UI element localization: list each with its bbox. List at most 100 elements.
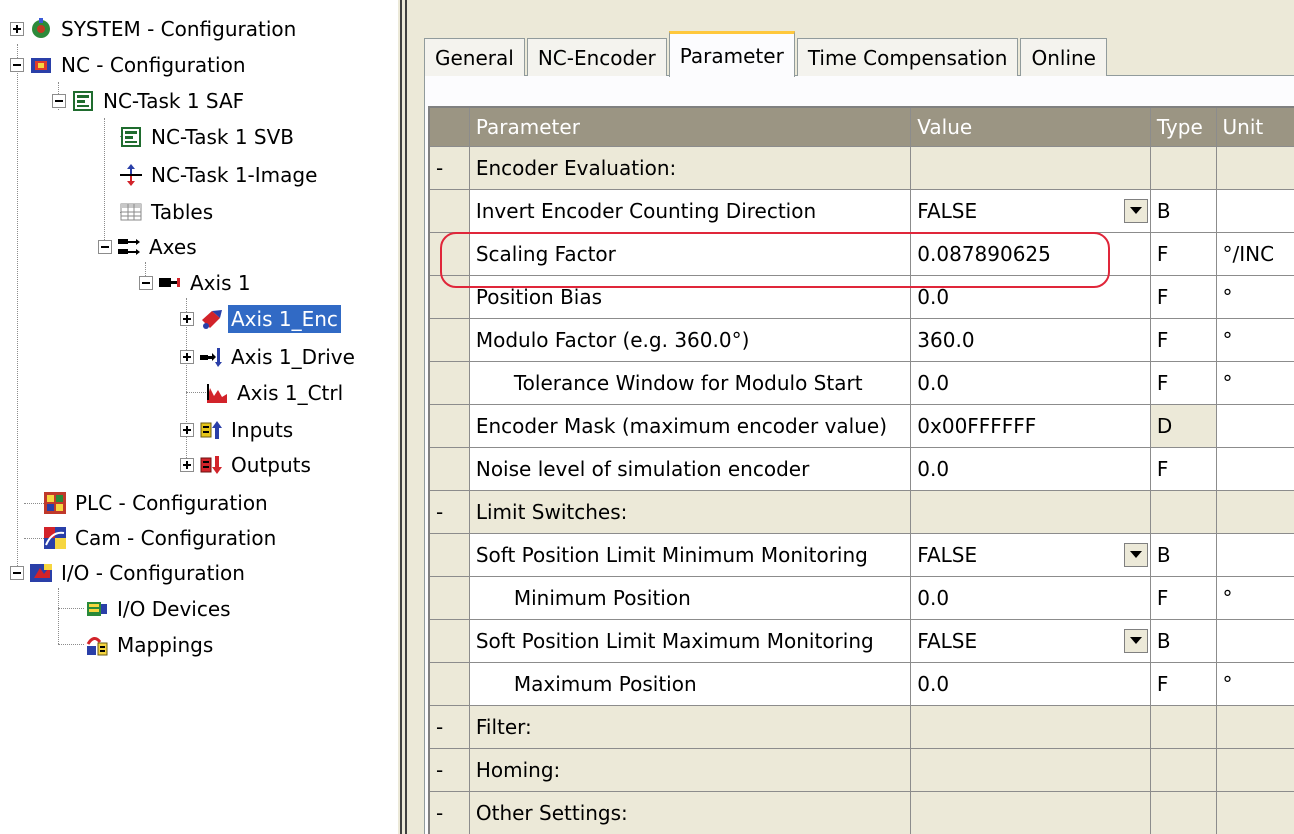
value-cell[interactable]: 0.087890625 bbox=[910, 232, 1151, 276]
tree-item-mappings[interactable]: Mappings bbox=[80, 628, 216, 662]
table-row[interactable]: Invert Encoder Counting Direction FALSE B bbox=[430, 189, 1294, 233]
type-cell: F bbox=[1150, 662, 1217, 706]
expand-button[interactable] bbox=[180, 312, 194, 326]
row-marker[interactable]: - bbox=[430, 146, 470, 190]
tree-item-axis-1[interactable]: Axis 1 bbox=[139, 266, 254, 300]
header-parameter[interactable]: Parameter bbox=[469, 108, 912, 147]
table-row[interactable]: Modulo Factor (e.g. 360.0°) 360.0 F ° bbox=[430, 318, 1294, 362]
expand-button[interactable] bbox=[180, 458, 194, 472]
value-cell[interactable]: 0.0 bbox=[910, 361, 1151, 405]
collapse-button[interactable] bbox=[139, 276, 153, 290]
tree-item-outputs[interactable]: Outputs bbox=[180, 448, 314, 482]
value-cell[interactable]: FALSE bbox=[910, 619, 1151, 663]
table-row[interactable]: Encoder Mask (maximum encoder value) 0x00… bbox=[430, 404, 1294, 448]
expand-button[interactable] bbox=[180, 423, 194, 437]
value-cell bbox=[910, 705, 1151, 749]
tree-item-cam-configuration[interactable]: Cam - Configuration bbox=[34, 521, 279, 555]
tree-item-nc-task-svb[interactable]: NC-Task 1 SVB bbox=[120, 120, 297, 154]
tree-item-io-devices[interactable]: I/O Devices bbox=[80, 592, 234, 626]
tab-online[interactable]: Online bbox=[1020, 38, 1107, 76]
row-marker bbox=[430, 404, 470, 448]
unit-cell: ° bbox=[1216, 662, 1294, 706]
image-icon bbox=[120, 164, 142, 186]
group-row[interactable]: - Limit Switches: bbox=[430, 490, 1294, 534]
row-marker[interactable]: - bbox=[430, 791, 470, 834]
tree-item-nc-configuration[interactable]: NC - Configuration bbox=[10, 48, 249, 82]
collapse-button[interactable] bbox=[10, 566, 24, 580]
tree-item-tables[interactable]: Tables bbox=[120, 195, 216, 229]
header-type[interactable]: Type bbox=[1150, 108, 1217, 147]
dropdown-arrow-icon[interactable] bbox=[1123, 542, 1148, 567]
value-cell[interactable]: FALSE bbox=[910, 533, 1151, 577]
tree-connector bbox=[104, 118, 105, 248]
tree-view[interactable]: SYSTEM - Configuration NC - Configuratio… bbox=[0, 0, 398, 834]
expand-button[interactable] bbox=[180, 350, 194, 364]
tree-item-axis-1-ctrl[interactable]: Axis 1_Ctrl bbox=[200, 376, 346, 410]
tab-parameter[interactable]: Parameter bbox=[668, 31, 795, 77]
grid-header-row: Parameter Value Type Unit bbox=[430, 108, 1294, 147]
table-row[interactable]: Position Bias 0.0 F ° bbox=[430, 275, 1294, 319]
dropdown-arrow-icon[interactable] bbox=[1123, 628, 1148, 653]
value-cell[interactable]: 0x00FFFFFF bbox=[910, 404, 1151, 448]
parameter-name-cell: Maximum Position bbox=[469, 662, 912, 706]
table-row[interactable]: Tolerance Window for Modulo Start 0.0 F ° bbox=[430, 361, 1294, 405]
collapse-button[interactable] bbox=[98, 240, 112, 254]
tab-general[interactable]: General bbox=[424, 38, 525, 76]
dropdown-arrow-icon[interactable] bbox=[1123, 198, 1148, 223]
table-row[interactable]: Minimum Position 0.0 F ° bbox=[430, 576, 1294, 620]
tree-item-axes[interactable]: Axes bbox=[98, 230, 200, 264]
inputs-icon bbox=[200, 419, 222, 441]
value-cell[interactable]: 0.0 bbox=[910, 576, 1151, 620]
row-marker[interactable]: - bbox=[430, 748, 470, 792]
parameter-name-cell: Minimum Position bbox=[469, 576, 912, 620]
value-cell[interactable]: 0.0 bbox=[910, 275, 1151, 319]
type-cell: F bbox=[1150, 576, 1217, 620]
table-row[interactable]: Soft Position Limit Maximum Monitoring FA… bbox=[430, 619, 1294, 663]
table-row[interactable]: Scaling Factor 0.087890625 F °/INC bbox=[430, 232, 1294, 276]
tree-connector bbox=[17, 44, 18, 574]
tree-item-nc-task-saf[interactable]: NC-Task 1 SAF bbox=[52, 84, 247, 118]
table-row[interactable]: Noise level of simulation encoder 0.0 F bbox=[430, 447, 1294, 491]
row-marker[interactable]: - bbox=[430, 705, 470, 749]
collapse-button[interactable] bbox=[10, 58, 24, 72]
type-cell: D bbox=[1150, 404, 1217, 448]
table-row[interactable]: Maximum Position 0.0 F ° bbox=[430, 662, 1294, 706]
tree-item-system-configuration[interactable]: SYSTEM - Configuration bbox=[10, 12, 299, 46]
value-cell[interactable]: 0.0 bbox=[910, 447, 1151, 491]
row-marker bbox=[430, 533, 470, 577]
tree-item-nc-task-image[interactable]: NC-Task 1-Image bbox=[120, 158, 320, 192]
collapse-button[interactable] bbox=[52, 94, 66, 108]
table-row[interactable]: Soft Position Limit Minimum Monitoring FA… bbox=[430, 533, 1294, 577]
type-cell: F bbox=[1150, 232, 1217, 276]
parameter-grid[interactable]: Parameter Value Type Unit - Encoder Evalu… bbox=[428, 106, 1294, 834]
row-marker bbox=[430, 275, 470, 319]
value-cell bbox=[910, 490, 1151, 534]
tree-item-label: PLC - Configuration bbox=[75, 491, 268, 515]
row-marker bbox=[430, 619, 470, 663]
value-cell[interactable]: 0.0 bbox=[910, 662, 1151, 706]
group-row[interactable]: - Homing: bbox=[430, 748, 1294, 792]
panel-splitter[interactable] bbox=[398, 0, 412, 834]
group-row[interactable]: - Other Settings: bbox=[430, 791, 1294, 834]
tree-item-axis-1-drive[interactable]: Axis 1_Drive bbox=[180, 340, 358, 374]
header-unit[interactable]: Unit bbox=[1216, 108, 1294, 147]
type-cell bbox=[1150, 791, 1217, 834]
tree-item-label: SYSTEM - Configuration bbox=[61, 17, 297, 41]
value-cell[interactable]: FALSE bbox=[910, 189, 1151, 233]
tree-item-axis-1-enc[interactable]: Axis 1_Enc bbox=[180, 302, 341, 336]
row-marker[interactable]: - bbox=[430, 490, 470, 534]
header-value[interactable]: Value bbox=[910, 108, 1151, 147]
tree-item-label: I/O Devices bbox=[117, 597, 231, 621]
value-cell[interactable]: 360.0 bbox=[910, 318, 1151, 362]
group-row[interactable]: - Filter: bbox=[430, 705, 1294, 749]
value-text: 0.0 bbox=[917, 456, 950, 481]
expand-button[interactable] bbox=[10, 22, 24, 36]
type-cell bbox=[1150, 748, 1217, 792]
value-text: 0.087890625 bbox=[917, 241, 1051, 266]
tree-item-plc-configuration[interactable]: PLC - Configuration bbox=[34, 486, 271, 520]
tree-item-inputs[interactable]: Inputs bbox=[180, 413, 296, 447]
group-row[interactable]: - Encoder Evaluation: bbox=[430, 146, 1294, 190]
tree-item-io-configuration[interactable]: I/O - Configuration bbox=[10, 556, 248, 590]
tab-time-compensation[interactable]: Time Compensation bbox=[796, 38, 1019, 76]
tab-nc-encoder[interactable]: NC-Encoder bbox=[526, 38, 667, 76]
